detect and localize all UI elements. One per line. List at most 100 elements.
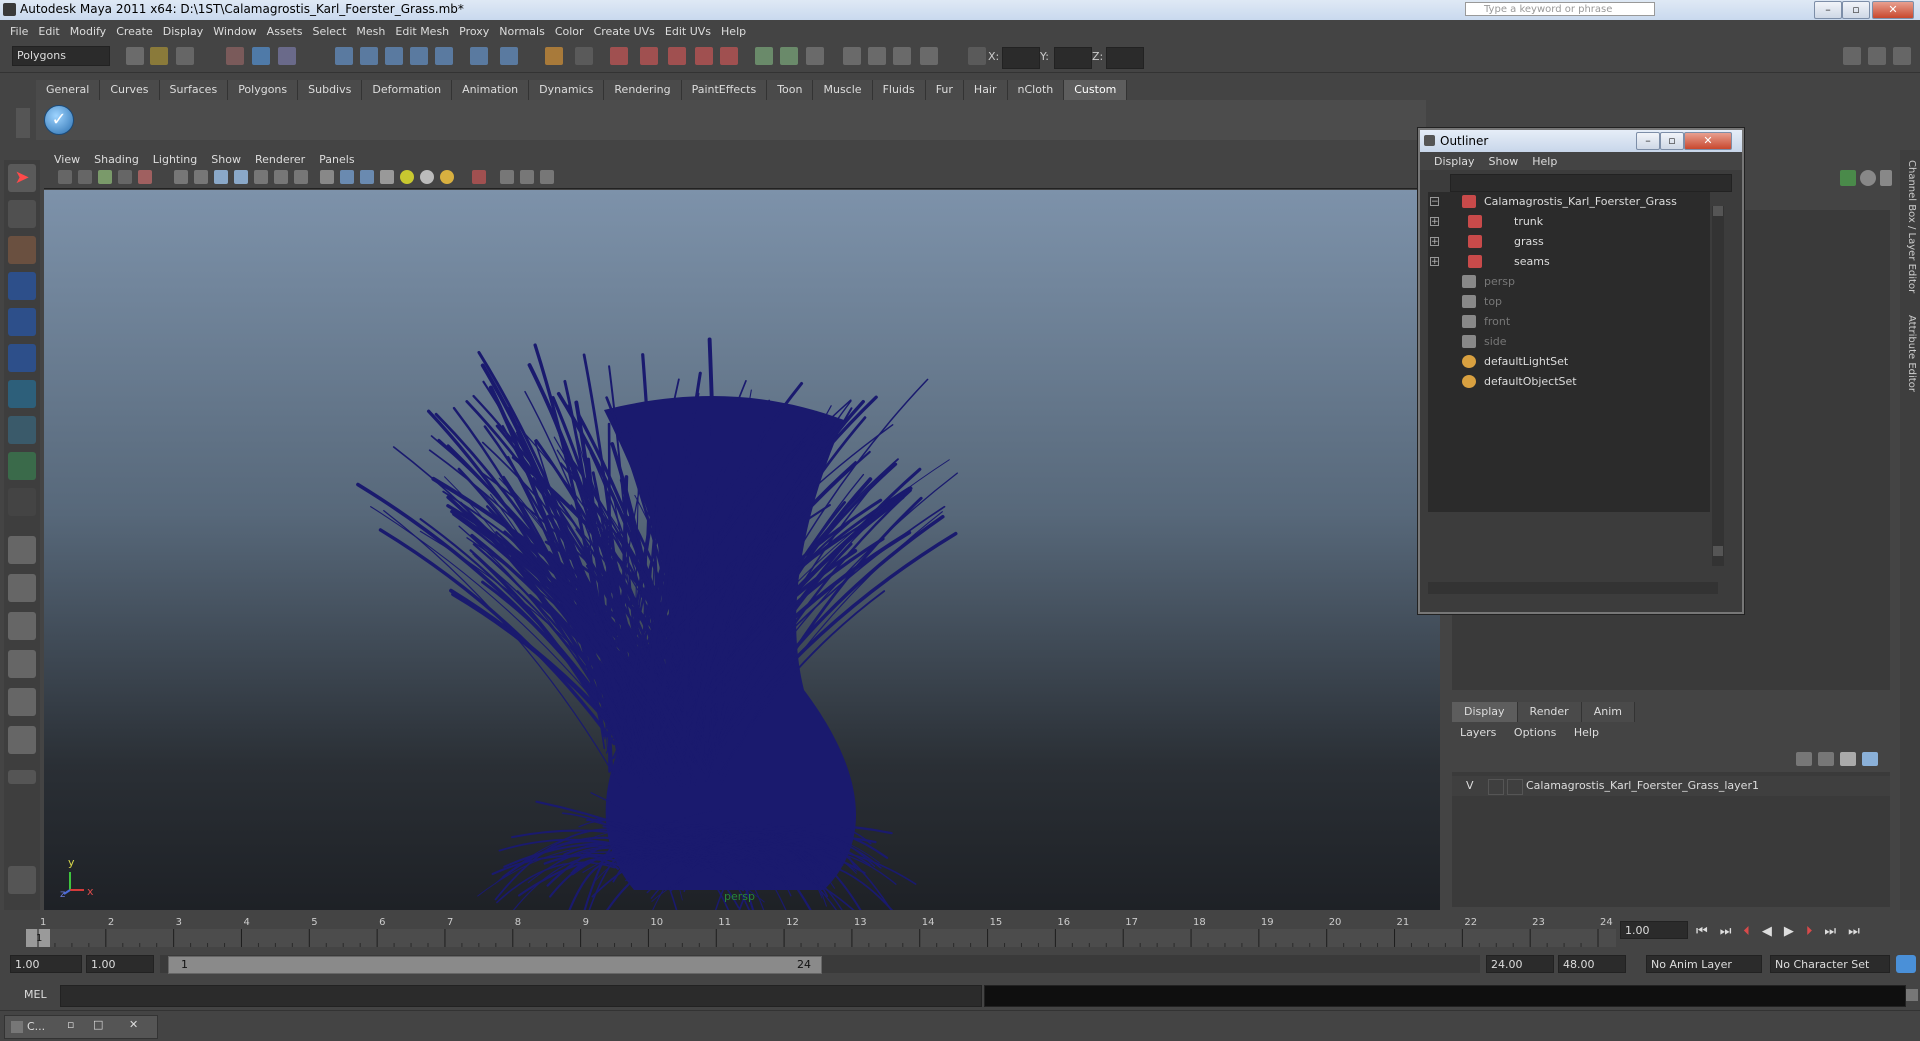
camera-attributes-icon[interactable] (78, 170, 92, 184)
menu-create-uvs[interactable]: Create UVs (594, 25, 655, 38)
layout-icon-3[interactable] (1893, 47, 1911, 65)
outliner-menu-show[interactable]: Show (1489, 155, 1519, 168)
shelf-tab-dynamics[interactable]: Dynamics (529, 80, 605, 100)
grid-toggle-icon[interactable] (174, 170, 188, 184)
animation-start-field[interactable]: 1.00 (10, 955, 82, 973)
camera-select-icon[interactable] (58, 170, 72, 184)
last-tool-icon[interactable] (8, 488, 36, 516)
shelf-tab-deformation[interactable]: Deformation (362, 80, 453, 100)
outliner-persp-layout-icon[interactable] (8, 612, 36, 640)
layer-menu-help[interactable]: Help (1574, 726, 1599, 739)
auto-key-icon[interactable] (1896, 955, 1916, 973)
shelf-tab-animation[interactable]: Animation (452, 80, 530, 100)
menu-assets[interactable]: Assets (267, 25, 303, 38)
move-layer-up-icon[interactable] (1840, 752, 1856, 766)
menu-select[interactable]: Select (312, 25, 346, 38)
outliner-menu-help[interactable]: Help (1532, 155, 1557, 168)
step-forward-frame-icon[interactable]: ⏵ (1806, 924, 1813, 939)
shelf-menu-icon[interactable] (16, 108, 30, 138)
snap-grid-icon[interactable] (335, 47, 353, 65)
help-line-icon[interactable] (500, 47, 518, 65)
close-window-button[interactable]: ✕ (1872, 1, 1914, 19)
playback-start-field[interactable]: 1.00 (86, 955, 154, 973)
resolution-gate-icon[interactable] (214, 170, 228, 184)
gate-mask-icon[interactable] (234, 170, 248, 184)
transform-mode-icon[interactable] (968, 47, 986, 65)
safe-title-icon[interactable] (294, 170, 308, 184)
shelf-tab-general[interactable]: General (36, 80, 101, 100)
new-scene-icon[interactable] (126, 47, 144, 65)
outliner-item[interactable]: front (1428, 312, 1710, 332)
outliner-horizontal-scrollbar[interactable] (1428, 582, 1718, 594)
sidebar-toggle-icon[interactable] (806, 47, 824, 65)
isolate-select-icon[interactable] (472, 170, 486, 184)
current-frame-field[interactable]: 1.00 (1620, 921, 1690, 941)
render-view-icon[interactable] (720, 47, 738, 65)
menu-create[interactable]: Create (116, 25, 153, 38)
expand-icon[interactable]: + (1430, 237, 1439, 247)
show-manipulator-icon[interactable] (8, 452, 36, 480)
expand-icon[interactable]: + (1430, 257, 1439, 267)
save-scene-icon[interactable] (176, 47, 194, 65)
outliner-item[interactable]: top (1428, 292, 1710, 312)
hypershade-persp-layout-icon[interactable] (8, 688, 36, 716)
toolbox-collapse-icon[interactable] (8, 770, 36, 784)
input-line-icon[interactable] (755, 47, 773, 65)
snap-live-icon[interactable] (435, 47, 453, 65)
character-set-dropdown[interactable]: No Character Set (1770, 955, 1890, 973)
select-object-icon[interactable] (252, 47, 270, 65)
new-layer-from-selected-icon[interactable] (1818, 752, 1834, 766)
wireframe-on-shaded-icon[interactable] (360, 170, 374, 184)
menu-set-dropdown[interactable]: Polygons (12, 46, 110, 66)
xray-joints-icon[interactable] (520, 170, 534, 184)
xray-components-icon[interactable] (540, 170, 554, 184)
new-layer-icon[interactable] (1796, 752, 1812, 766)
x-field[interactable] (1002, 47, 1040, 69)
viewport-menu-renderer[interactable]: Renderer (255, 153, 305, 166)
outliner-menu-display[interactable]: Display (1434, 155, 1475, 168)
shadows-icon[interactable] (440, 170, 454, 184)
command-language-label[interactable]: MEL (24, 988, 47, 1001)
y-field[interactable] (1054, 47, 1092, 69)
snap-view-plane-icon[interactable] (410, 47, 428, 65)
select-highlight-icon[interactable] (575, 47, 593, 65)
image-plane-icon[interactable] (118, 170, 132, 184)
channel-box-icon-2[interactable] (1860, 170, 1876, 186)
menu-edit[interactable]: Edit (38, 25, 59, 38)
outliner-close-button[interactable]: ✕ (1684, 132, 1732, 150)
field-chart-icon[interactable] (254, 170, 268, 184)
xray-icon[interactable] (500, 170, 514, 184)
smooth-shade-icon[interactable] (340, 170, 354, 184)
scale-tool-icon[interactable] (8, 344, 36, 372)
menu-file[interactable]: File (10, 25, 28, 38)
camera-view-icon[interactable] (843, 47, 861, 65)
shelf-tab-custom[interactable]: Custom (1064, 80, 1128, 100)
shelf-tab-painteffects[interactable]: PaintEffects (681, 80, 768, 100)
z-field[interactable] (1106, 47, 1144, 69)
four-pane-layout-icon[interactable] (8, 574, 36, 602)
render-settings-icon[interactable] (668, 47, 686, 65)
minimize-button[interactable]: – (1814, 1, 1842, 19)
bookmark-icon[interactable] (98, 170, 112, 184)
outliner-filter-input[interactable] (1450, 174, 1732, 192)
maximize-button[interactable]: ▫ (1842, 1, 1870, 19)
maximize-icon[interactable]: □ (93, 1018, 103, 1031)
menu-proxy[interactable]: Proxy (459, 25, 489, 38)
menu-color[interactable]: Color (555, 25, 584, 38)
select-component-icon[interactable] (278, 47, 296, 65)
film-gate-icon[interactable] (194, 170, 208, 184)
go-to-start-icon[interactable]: ⏮ (1696, 924, 1708, 939)
viewport-menu-shading[interactable]: Shading (94, 153, 139, 166)
check-icon[interactable]: ✓ (44, 105, 74, 135)
move-tool-icon[interactable] (8, 272, 36, 300)
shelf-tab-ncloth[interactable]: nCloth (1007, 80, 1065, 100)
soft-mod-tool-icon[interactable] (8, 416, 36, 444)
outliner-maximize-button[interactable]: ▫ (1660, 132, 1684, 150)
outliner-item[interactable]: + grass (1428, 232, 1710, 252)
channel-box-icon-1[interactable] (1840, 170, 1856, 186)
persp-viewport[interactable]: y x z persp (44, 190, 1440, 910)
side-tab-attribute-editor[interactable]: Attribute Editor (1901, 315, 1917, 392)
help-search-input[interactable]: Type a keyword or phrase (1465, 2, 1655, 16)
outliner-item[interactable]: side (1428, 332, 1710, 352)
attribute-icon[interactable] (868, 47, 886, 65)
